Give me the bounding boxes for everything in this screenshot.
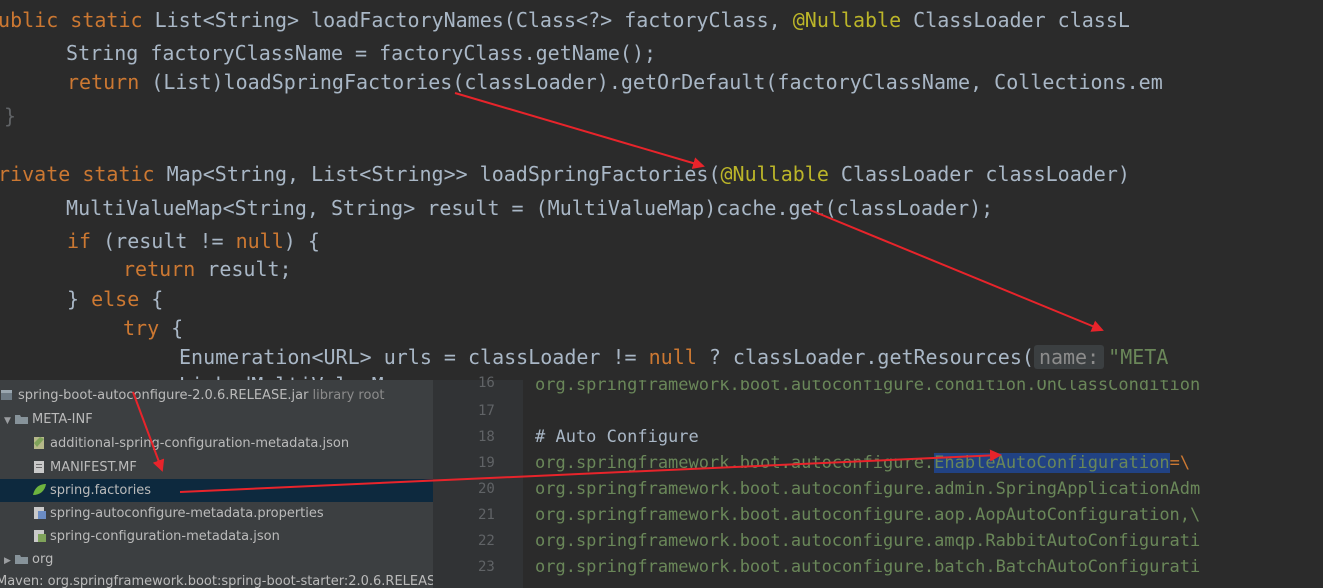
- code-text: {: [139, 287, 164, 311]
- property-key: org.springframework.boot.autoconfigure.: [535, 453, 935, 473]
- keyword: private static: [0, 162, 155, 186]
- code-line: public static List<String> loadFactoryNa…: [0, 5, 1130, 35]
- keyword: return: [67, 70, 140, 94]
- code-line: private static Map<String, List<String>>…: [0, 159, 1130, 189]
- parameter-hint: name:: [1033, 345, 1105, 369]
- json-file-icon: [32, 527, 47, 542]
- bottom-panel: spring-boot-autoconfigure-2.0.6.RELEASE.…: [0, 375, 1323, 588]
- tree-file-item[interactable]: spring-autoconfigure-metadata.properties: [32, 502, 433, 525]
- library-root-label: library root: [312, 388, 385, 403]
- property-separator: =\: [1169, 453, 1191, 473]
- code-text: ) {: [283, 229, 320, 253]
- folder-icon: [14, 410, 29, 424]
- tree-folder-meta-inf[interactable]: ▼ META-INF: [4, 408, 433, 431]
- property-line-selected: org.springframework.boot.autoconfigure.E…: [535, 452, 1190, 475]
- comment-line: # Auto Configure: [535, 427, 699, 447]
- folder-label: META-INF: [32, 412, 93, 427]
- code-text: result;: [195, 257, 292, 281]
- line-number: 21: [478, 507, 495, 523]
- keyword: if: [67, 229, 92, 253]
- properties-file-icon: [32, 504, 47, 519]
- tree-root-jar[interactable]: spring-boot-autoconfigure-2.0.6.RELEASE.…: [0, 384, 433, 407]
- folder-label: org: [32, 552, 54, 567]
- keyword: null: [235, 229, 284, 253]
- code-text: List<String> loadFactoryNames(Class<?> f…: [142, 8, 793, 32]
- annotation: @Nullable: [720, 162, 829, 186]
- line-number-gutter: 16 17 18 19 20 21 22 23: [433, 375, 523, 588]
- code-text: Map<String, List<String>> loadSpringFact…: [154, 162, 721, 186]
- property-line: org.springframework.boot.autoconfigure.a…: [535, 531, 1201, 551]
- file-label: spring-autoconfigure-metadata.properties: [50, 506, 324, 521]
- code-line: String factoryClassName = factoryClass.g…: [54, 41, 657, 65]
- project-tree[interactable]: spring-boot-autoconfigure-2.0.6.RELEASE.…: [0, 380, 433, 588]
- code-editor[interactable]: public static List<String> loadFactoryNa…: [0, 0, 1323, 380]
- code-text: }: [67, 287, 92, 311]
- tree-file-item[interactable]: MANIFEST.MF: [32, 456, 433, 479]
- tree-root-label: spring-boot-autoconfigure-2.0.6.RELEASE.…: [18, 388, 309, 403]
- code-text: ? classLoader.getResources(: [696, 345, 1034, 369]
- expand-arrow-icon[interactable]: ▼: [4, 410, 14, 433]
- property-line: org.springframework.boot.autoconfigure.a…: [535, 505, 1201, 525]
- annotation: @Nullable: [792, 8, 902, 32]
- spring-factories-editor[interactable]: org.springframework.boot.autoconfigure.c…: [523, 380, 1323, 588]
- string-literal: "META: [1108, 345, 1169, 369]
- jar-icon: [0, 386, 15, 400]
- property-line: org.springframework.boot.autoconfigure.a…: [535, 479, 1201, 499]
- code-text: (List)loadSpringFactories(classLoader).g…: [139, 70, 1163, 94]
- keyword: return: [123, 257, 196, 281]
- code-line: return result;: [123, 254, 292, 284]
- code-line: LinkedMultiValueMap: [179, 370, 408, 380]
- property-line: org.springframework.boot.autoconfigure.b…: [535, 557, 1201, 577]
- line-number: 18: [478, 429, 495, 445]
- keyword: try: [123, 316, 160, 340]
- code-line: try {: [123, 313, 183, 343]
- property-line: org.springframework.boot.autoconfigure.c…: [535, 380, 1201, 395]
- code-text: (result !=: [91, 229, 236, 253]
- line-number: 17: [478, 403, 495, 419]
- highlighted-text[interactable]: EnableAutoConfiguration: [934, 453, 1170, 473]
- code-line: Enumeration<URL> urls = classLoader != n…: [179, 342, 1168, 372]
- code-line: MultiValueMap<String, String> result = (…: [54, 196, 994, 220]
- code-line: return (List)loadSpringFactories(classLo…: [67, 67, 1163, 97]
- line-number: 22: [478, 533, 495, 549]
- manifest-file-icon: [32, 458, 47, 473]
- tree-file-item-selected[interactable]: spring.factories: [0, 479, 433, 502]
- file-label: MANIFEST.MF: [50, 460, 137, 475]
- file-label: additional-spring-configuration-metadata…: [50, 436, 350, 451]
- line-number: 19: [478, 455, 495, 471]
- code-text: ClassLoader classLoader): [828, 162, 1130, 186]
- line-number: 20: [478, 481, 495, 497]
- code-line: }: [4, 104, 17, 128]
- maven-library-label: Maven: org.springframework.boot:spring-b…: [0, 574, 433, 588]
- line-number: 16: [478, 375, 495, 391]
- tree-package-org[interactable]: ▶ org: [4, 548, 433, 571]
- code-text: {: [159, 316, 184, 340]
- spring-leaf-icon: [32, 481, 47, 495]
- code-line: if (result != null) {: [67, 226, 320, 256]
- file-label: spring.factories: [50, 483, 152, 498]
- json-file-icon: [32, 434, 47, 449]
- folder-icon: [14, 550, 29, 564]
- tree-maven-library[interactable]: Maven: org.springframework.boot:spring-b…: [0, 570, 433, 588]
- keyword: else: [91, 287, 140, 311]
- keyword: null: [648, 345, 697, 369]
- code-line: } else {: [67, 284, 163, 314]
- code-text: Enumeration<URL> urls = classLoader !=: [179, 345, 649, 369]
- tree-file-item[interactable]: spring-configuration-metadata.json: [32, 525, 433, 548]
- line-number: 23: [478, 559, 495, 575]
- file-label: spring-configuration-metadata.json: [50, 529, 280, 544]
- tree-file-item[interactable]: additional-spring-configuration-metadata…: [32, 432, 433, 455]
- keyword: public static: [0, 8, 143, 32]
- code-text: ClassLoader classL: [901, 8, 1130, 32]
